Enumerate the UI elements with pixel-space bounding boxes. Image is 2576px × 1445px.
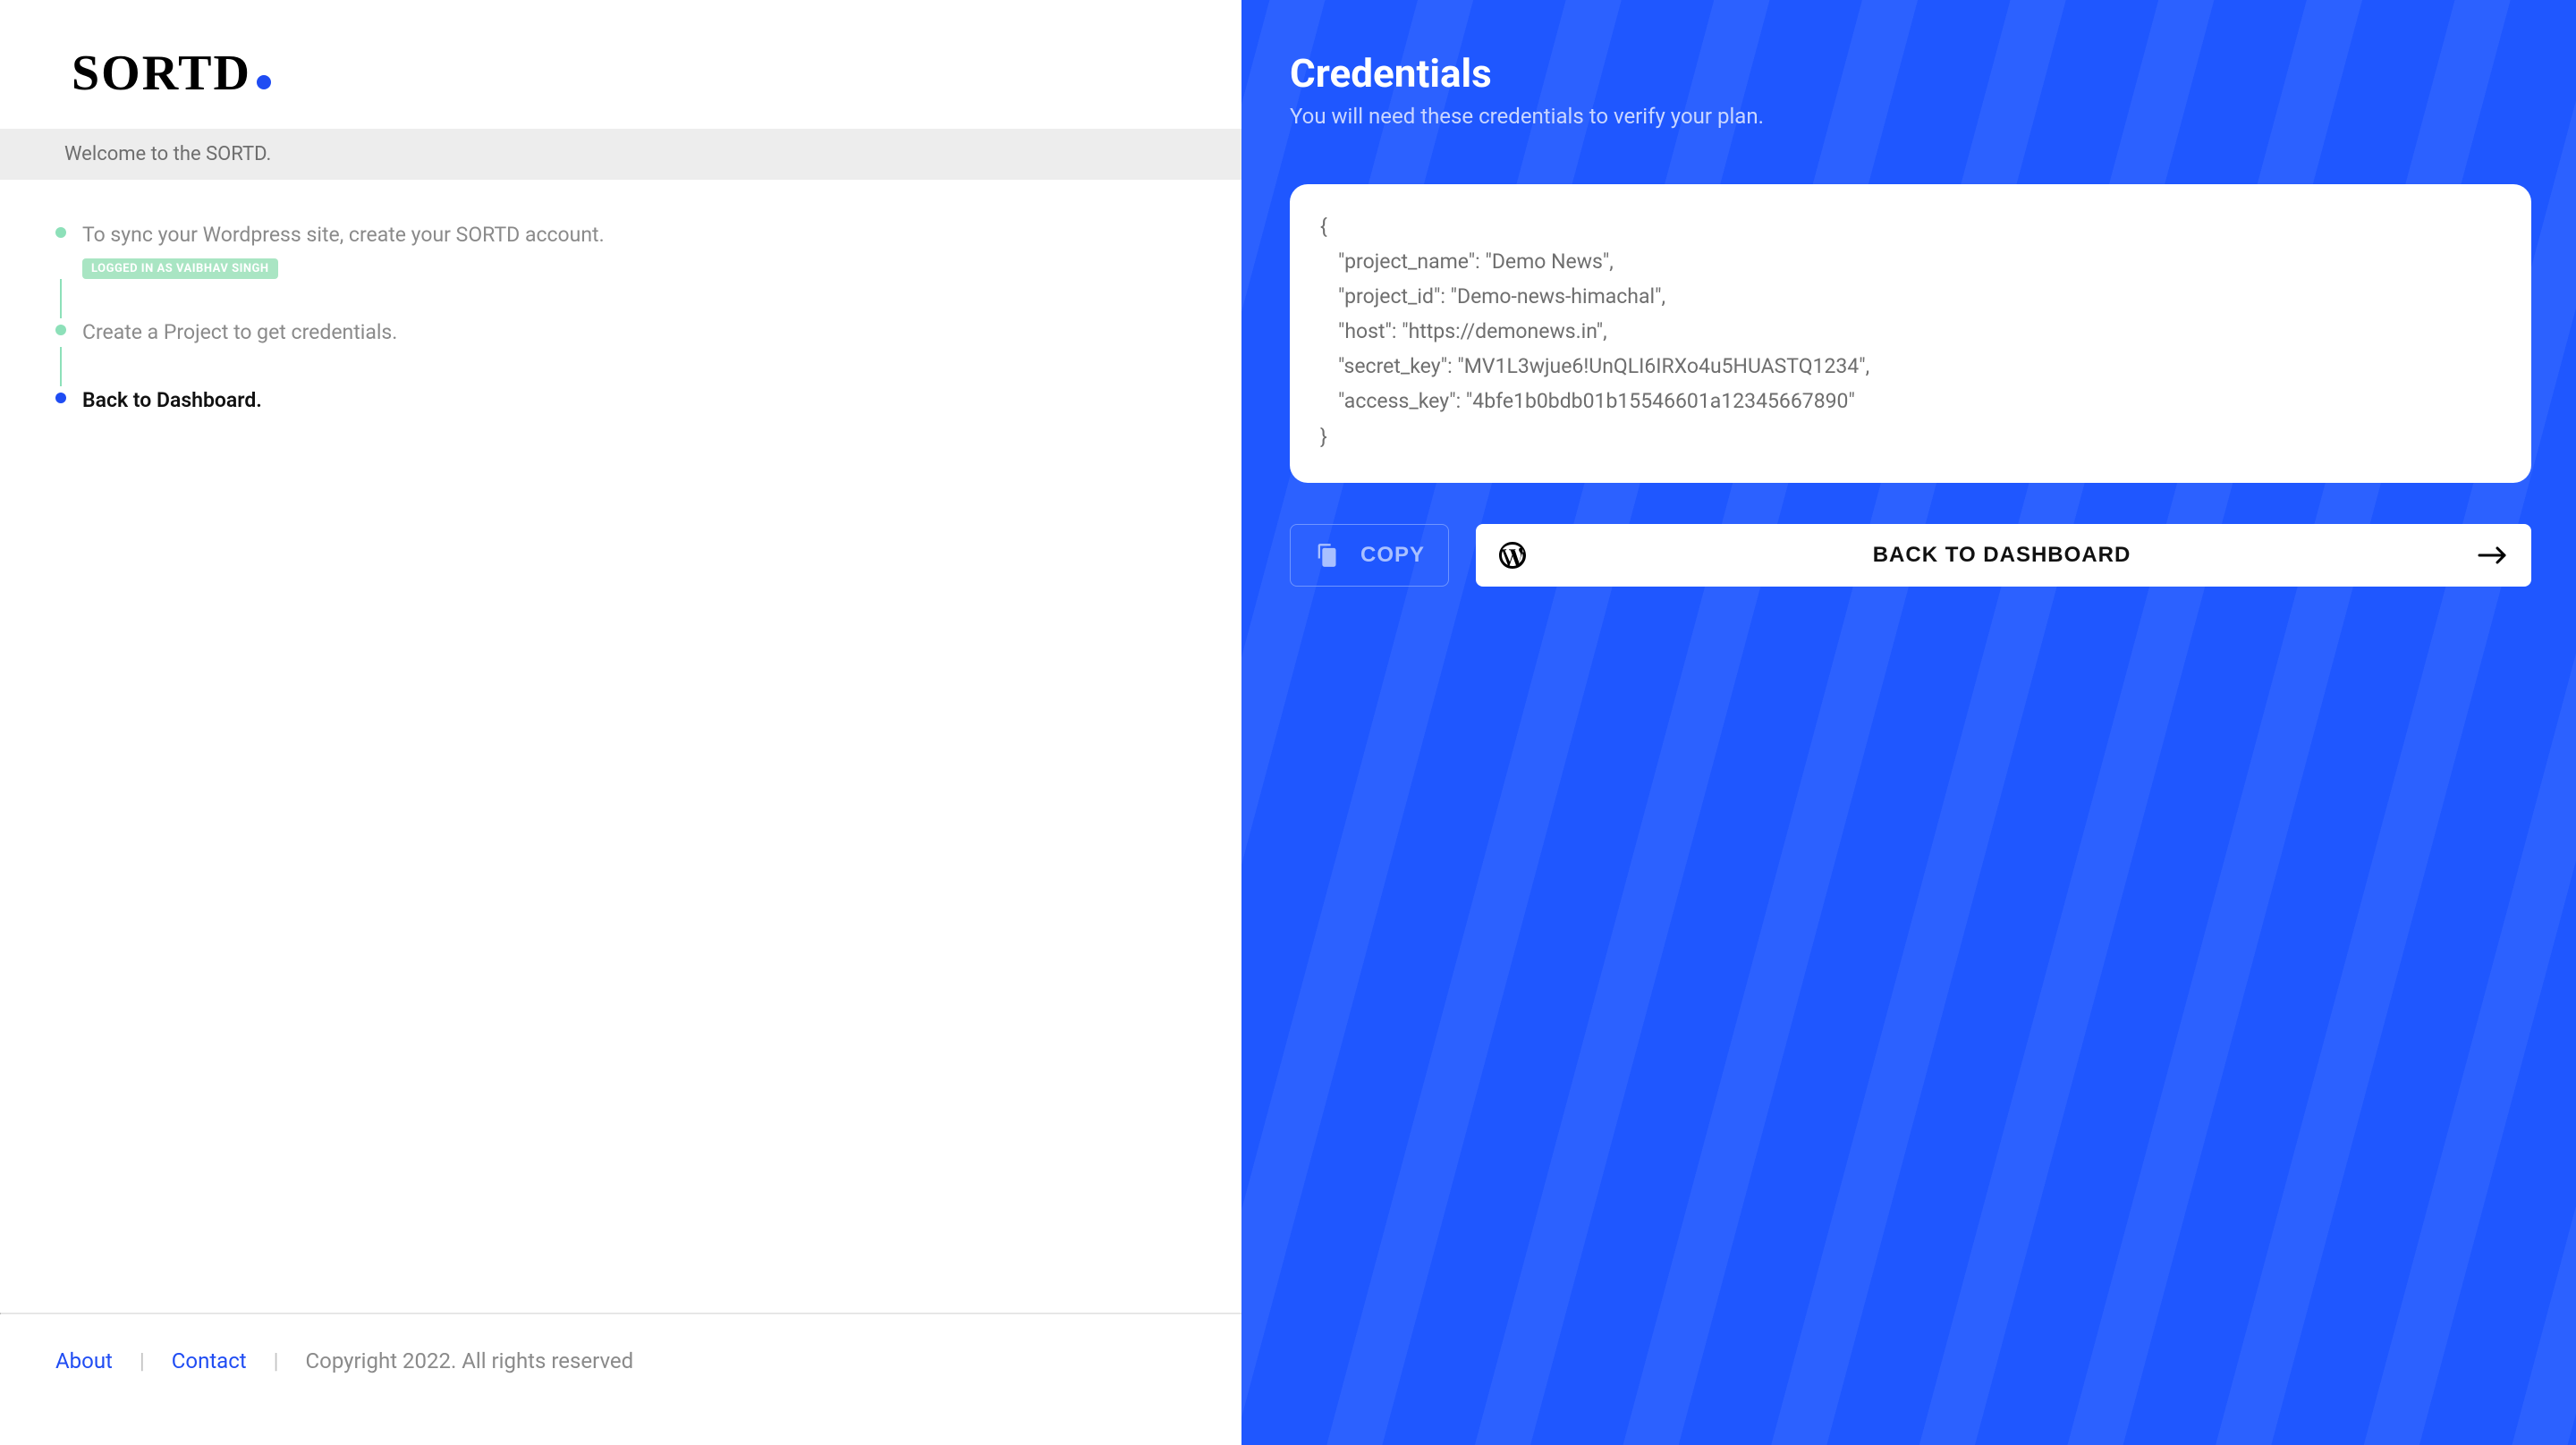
step-back-label: Back to Dashboard. <box>82 386 262 415</box>
logo: SORTD <box>0 0 1241 129</box>
arrow-right-icon <box>2478 545 2508 566</box>
contact-link[interactable]: Contact <box>172 1348 247 1373</box>
left-panel: SORTD Welcome to the SORTD. To sync your… <box>0 0 1241 1445</box>
step-create-label: Create a Project to get credentials. <box>82 318 397 347</box>
step-dot-icon <box>55 227 66 238</box>
logo-dot-icon <box>257 75 271 89</box>
footer-sep: | <box>274 1348 279 1373</box>
step-sync: To sync your Wordpress site, create your… <box>55 221 1206 279</box>
cred-host: https://demonews.in <box>1409 319 1597 343</box>
credentials-buttons: COPY BACK TO DASHBOARD <box>1290 524 2531 587</box>
copy-button[interactable]: COPY <box>1290 524 1449 587</box>
welcome-bar: Welcome to the SORTD. <box>0 129 1241 180</box>
footer-sep: | <box>140 1348 145 1373</box>
credentials-title: Credentials <box>1290 50 2531 97</box>
back-to-dashboard-button[interactable]: BACK TO DASHBOARD <box>1476 524 2531 587</box>
back-to-dashboard-label: BACK TO DASHBOARD <box>1547 543 2456 568</box>
step-sync-label: To sync your Wordpress site, create your… <box>82 221 605 249</box>
cred-access-key: 4bfe1b0bdb01b15546601a12345667890 <box>1472 389 1848 413</box>
credentials-panel: Credentials You will need these credenti… <box>1241 0 2576 1445</box>
step-dot-icon <box>55 325 66 335</box>
cred-project-name: Demo News <box>1492 249 1603 274</box>
step-connector <box>60 347 62 386</box>
logged-in-badge: LOGGED IN AS VAIBHAV SINGH <box>82 258 278 279</box>
logo-text: SORTD <box>72 45 251 102</box>
credentials-json-card: { "project_name": "Demo News", "project_… <box>1290 184 2531 483</box>
about-link[interactable]: About <box>55 1348 113 1373</box>
footer: About | Contact | Copyright 2022. All ri… <box>0 1314 1241 1445</box>
step-back-dashboard[interactable]: Back to Dashboard. <box>55 386 1206 415</box>
copy-button-label: COPY <box>1360 543 1425 568</box>
step-connector <box>60 279 62 318</box>
copy-icon <box>1314 543 1339 568</box>
credentials-subtitle: You will need these credentials to verif… <box>1290 104 2531 129</box>
step-create-project: Create a Project to get credentials. <box>55 318 1206 347</box>
steps-list: To sync your Wordpress site, create your… <box>0 180 1241 416</box>
cred-project-id: Demo-news-himachal <box>1457 284 1655 308</box>
copyright-text: Copyright 2022. All rights reserved <box>306 1348 634 1373</box>
cred-secret-key: MV1L3wjue6!UnQLI6IRXo4u5HUASTQ1234 <box>1464 354 1859 378</box>
step-dot-icon <box>55 393 66 403</box>
wordpress-icon <box>1499 542 1526 569</box>
